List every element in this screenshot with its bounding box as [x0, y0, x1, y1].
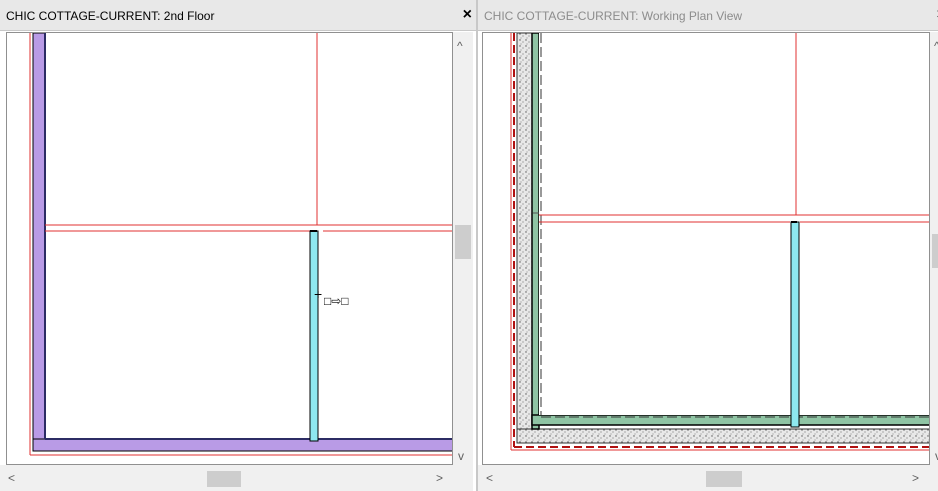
- pane-title-bar[interactable]: CHIC COTTAGE-CURRENT: 2nd Floor ×: [0, 0, 476, 31]
- floor-plan-drawing[interactable]: [7, 33, 453, 465]
- room-fill: [45, 33, 452, 439]
- scroll-left-arrow-icon[interactable]: <: [486, 472, 493, 484]
- horizontal-scroll-thumb[interactable]: [207, 471, 241, 487]
- wall-layer-green-left: [531, 33, 540, 430]
- interior-wall-cyan: [309, 230, 319, 442]
- crosshair-cursor-icon: +: [314, 286, 323, 302]
- scroll-right-arrow-icon[interactable]: >: [436, 472, 443, 484]
- horizontal-scroll-thumb[interactable]: [706, 471, 742, 487]
- plan-view-pane-2nd-floor: CHIC COTTAGE-CURRENT: 2nd Floor × + □⇨□ …: [0, 0, 476, 491]
- horizontal-scrollbar[interactable]: < >: [0, 465, 473, 491]
- cursor-tooltip: □⇨□: [324, 294, 349, 308]
- vertical-scrollbar[interactable]: ^ v: [930, 32, 938, 465]
- scroll-right-arrow-icon[interactable]: >: [912, 472, 919, 484]
- pane-title: CHIC COTTAGE-CURRENT: Working Plan View: [484, 9, 743, 23]
- scroll-down-arrow-icon[interactable]: v: [458, 450, 464, 462]
- close-icon[interactable]: ×: [463, 6, 472, 24]
- scroll-left-arrow-icon[interactable]: <: [8, 472, 15, 484]
- interior-wall-cyan: [790, 221, 800, 428]
- exterior-wall-bottom: [32, 438, 452, 452]
- vertical-scroll-thumb[interactable]: [455, 225, 471, 259]
- scroll-up-arrow-icon[interactable]: ^: [457, 40, 463, 52]
- vertical-scroll-thumb[interactable]: [932, 234, 938, 268]
- plan-view-pane-working: CHIC COTTAGE-CURRENT: Working Plan View …: [478, 0, 938, 491]
- room-fill: [539, 33, 929, 415]
- drawing-canvas[interactable]: [6, 32, 453, 465]
- masonry-wall-bottom: [516, 428, 929, 444]
- scroll-up-arrow-icon[interactable]: ^: [934, 40, 938, 52]
- pane-title: CHIC COTTAGE-CURRENT: 2nd Floor: [6, 9, 215, 23]
- masonry-wall-left: [516, 33, 533, 444]
- exterior-wall-left: [32, 33, 46, 452]
- drawing-canvas[interactable]: [482, 32, 930, 465]
- pane-title-bar[interactable]: CHIC COTTAGE-CURRENT: Working Plan View …: [478, 0, 938, 31]
- floor-plan-drawing[interactable]: [483, 33, 930, 465]
- vertical-scrollbar[interactable]: ^ v: [453, 32, 473, 465]
- horizontal-scrollbar[interactable]: < >: [478, 465, 938, 491]
